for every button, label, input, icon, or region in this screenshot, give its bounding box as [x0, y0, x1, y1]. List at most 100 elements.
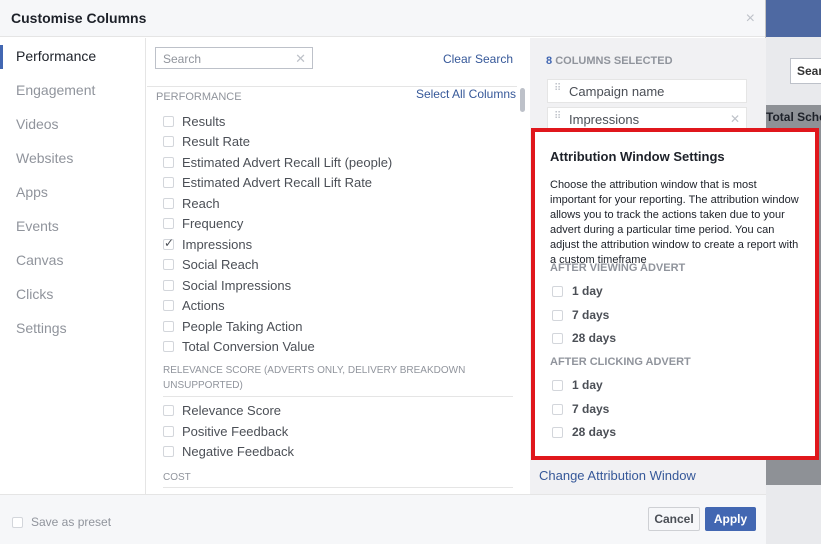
popover-body: Attribution Window Settings Choose the a… — [535, 132, 815, 456]
checkbox[interactable] — [163, 321, 174, 332]
column-option-est-recall-rate[interactable]: Estimated Advert Recall Lift Rate — [163, 175, 372, 190]
column-option-impressions[interactable]: Impressions — [163, 236, 253, 252]
column-option-result-rate[interactable]: Result Rate — [163, 134, 250, 149]
sidebar-item-apps[interactable]: Apps — [16, 184, 48, 200]
checkbox[interactable] — [163, 116, 174, 127]
divider — [163, 396, 513, 397]
option-label: Positive Feedback — [182, 424, 289, 439]
sidebar-item-engagement[interactable]: Engagement — [16, 82, 95, 98]
checkbox[interactable] — [552, 285, 563, 297]
clear-icon[interactable]: ✕ — [295, 51, 306, 67]
background-top-bar — [766, 0, 821, 37]
sidebar-item-events[interactable]: Events — [16, 218, 59, 234]
checkbox[interactable] — [163, 446, 174, 457]
option-label: Result Rate — [182, 134, 250, 149]
sidebar-item-canvas[interactable]: Canvas — [16, 252, 63, 268]
active-indicator — [0, 45, 3, 69]
search-placeholder: Search — [163, 52, 202, 66]
option-label: Estimated Advert Recall Lift Rate — [182, 175, 373, 190]
checkbox-checked[interactable] — [163, 236, 174, 250]
checkbox[interactable] — [552, 379, 563, 391]
option-label: Negative Feedback — [182, 444, 295, 459]
option-label: 7 days — [572, 402, 610, 416]
column-list-panel: Search ✕ Clear Search PERFORMANCE Select… — [147, 38, 529, 494]
drag-handle-icon[interactable]: ⠿ — [554, 84, 562, 98]
option-label: 1 day — [572, 378, 603, 392]
save-preset-label: Save as preset — [31, 515, 112, 529]
option-label: Estimated Advert Recall Lift (people) — [182, 155, 393, 170]
checkbox[interactable] — [552, 403, 563, 415]
viewing-option-1-day[interactable]: 1 day — [552, 284, 603, 298]
option-label: Results — [182, 114, 226, 129]
checkbox[interactable] — [163, 426, 174, 437]
columns-selected-heading: 8 COLUMNS SELECTED — [546, 55, 673, 67]
search-input[interactable]: Search ✕ — [155, 47, 313, 69]
cancel-button[interactable]: Cancel — [648, 507, 700, 531]
modal-title: Customise Columns — [11, 10, 147, 26]
sidebar-item-performance[interactable]: Performance — [16, 48, 96, 64]
column-option-people-taking-action[interactable]: People Taking Action — [163, 319, 302, 334]
background-search-button: Sear — [790, 58, 821, 84]
drag-handle-icon[interactable]: ⠿ — [554, 112, 562, 126]
viewing-option-28-days[interactable]: 28 days — [552, 331, 616, 345]
checkbox[interactable] — [552, 426, 563, 438]
column-option-social-impressions[interactable]: Social Impressions — [163, 278, 291, 293]
after-clicking-heading: AFTER CLICKING ADVERT — [550, 356, 691, 368]
after-viewing-heading: AFTER VIEWING ADVERT — [550, 262, 686, 274]
checkbox[interactable] — [163, 157, 174, 168]
viewing-option-7-days[interactable]: 7 days — [552, 308, 609, 322]
column-option-social-reach[interactable]: Social Reach — [163, 257, 259, 272]
selected-column-label: Campaign name — [569, 84, 665, 99]
close-icon[interactable]: × — [746, 10, 755, 28]
option-label: 28 days — [572, 331, 617, 345]
column-option-results[interactable]: Results — [163, 114, 225, 129]
column-option-reach[interactable]: Reach — [163, 196, 220, 211]
sidebar-item-clicks[interactable]: Clicks — [16, 286, 53, 302]
column-option-frequency[interactable]: Frequency — [163, 216, 243, 231]
checkbox[interactable] — [163, 259, 174, 270]
option-label: Impressions — [182, 237, 253, 252]
checkbox[interactable] — [163, 341, 174, 352]
checkbox[interactable] — [163, 136, 174, 147]
cost-subsection-heading: COST — [163, 472, 191, 483]
checkbox[interactable] — [552, 332, 563, 344]
relevance-subsection-heading: RELEVANCE SCORE (ADVERTS ONLY, DELIVERY … — [163, 365, 466, 391]
sidebar-item-settings[interactable]: Settings — [16, 320, 67, 336]
checkbox[interactable] — [163, 300, 174, 311]
column-option-negative-feedback[interactable]: Negative Feedback — [163, 444, 294, 459]
remove-icon[interactable]: ✕ — [730, 112, 740, 126]
selected-count: 8 — [546, 55, 553, 67]
column-option-relevance-score[interactable]: Relevance Score — [163, 403, 281, 418]
clicking-option-28-days[interactable]: 28 days — [552, 425, 616, 439]
apply-button[interactable]: Apply — [705, 507, 756, 531]
clicking-option-1-day[interactable]: 1 day — [552, 378, 603, 392]
checkbox[interactable] — [552, 309, 563, 321]
option-label: Social Impressions — [182, 278, 292, 293]
change-attribution-window-link[interactable]: Change Attribution Window — [539, 468, 696, 483]
background-column-header: Total Sched — [766, 110, 821, 124]
clear-search-link[interactable]: Clear Search — [443, 52, 513, 66]
selected-column-item[interactable]: ⠿ Campaign name — [547, 79, 747, 103]
category-sidebar: Performance Engagement Videos Websites A… — [0, 38, 146, 494]
column-option-total-conversion-value[interactable]: Total Conversion Value — [163, 339, 315, 354]
checkbox[interactable] — [163, 218, 174, 229]
scrollbar[interactable] — [520, 88, 525, 112]
modal-footer: Save as preset Cancel Apply — [0, 494, 766, 544]
column-option-positive-feedback[interactable]: Positive Feedback — [163, 424, 288, 439]
modal-header: Customise Columns × — [0, 0, 765, 37]
popover-title: Attribution Window Settings — [550, 149, 725, 164]
attribution-window-popover: Attribution Window Settings Choose the a… — [531, 128, 819, 460]
clicking-option-7-days[interactable]: 7 days — [552, 402, 609, 416]
checkbox[interactable] — [163, 198, 174, 209]
checkbox[interactable] — [163, 405, 174, 416]
column-option-actions[interactable]: Actions — [163, 298, 225, 313]
checkbox[interactable] — [12, 516, 23, 528]
checkbox[interactable] — [163, 177, 174, 188]
select-all-link[interactable]: Select All Columns — [416, 87, 516, 101]
sidebar-item-websites[interactable]: Websites — [16, 150, 73, 166]
checkbox[interactable] — [163, 280, 174, 291]
sidebar-item-videos[interactable]: Videos — [16, 116, 59, 132]
save-preset-option[interactable]: Save as preset — [12, 515, 111, 529]
column-option-est-recall-people[interactable]: Estimated Advert Recall Lift (people) — [163, 155, 392, 170]
option-label: Frequency — [182, 216, 244, 231]
